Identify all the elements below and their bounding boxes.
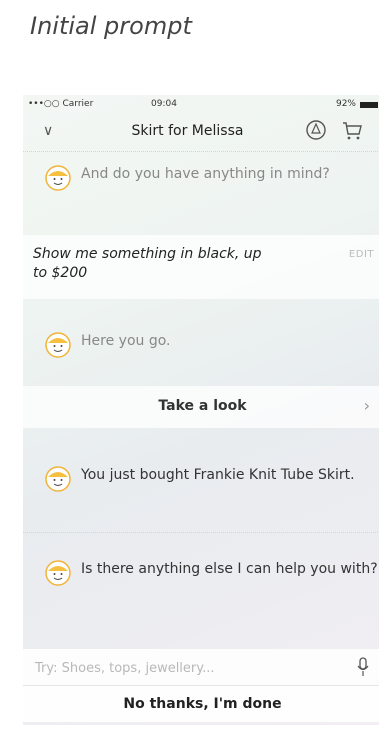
nav-bar: ∨ Skirt for Melissa bbox=[23, 113, 379, 151]
done-button[interactable]: No thanks, I'm done bbox=[23, 686, 379, 722]
bot-avatar-icon bbox=[45, 560, 71, 586]
bot-avatar-icon bbox=[45, 466, 71, 492]
bot-message: Is there anything else I can help you wi… bbox=[23, 560, 379, 586]
bot-message: Here you go. bbox=[23, 332, 379, 358]
bot-message: You just bought Frankie Knit Tube Skirt. bbox=[23, 466, 379, 492]
status-bar: •••○○ Carrier 09:04 92% bbox=[23, 95, 379, 113]
take-a-look-button[interactable]: Take a look › bbox=[23, 386, 379, 428]
user-message-text: Show me something in black, up to $200 bbox=[33, 246, 262, 281]
bot-message-text: Is there anything else I can help you wi… bbox=[81, 561, 378, 577]
phone-screen: •••○○ Carrier 09:04 92% ∨ Skirt for Meli… bbox=[23, 95, 379, 725]
bot-avatar-icon bbox=[45, 165, 71, 191]
battery-percent: 92% bbox=[335, 99, 356, 109]
assistant-icon[interactable] bbox=[305, 119, 327, 141]
bot-avatar-icon bbox=[45, 332, 71, 358]
carrier-label: •••○○ Carrier bbox=[28, 99, 94, 109]
page-caption: Initial prompt bbox=[30, 12, 192, 40]
chevron-right-icon: › bbox=[363, 396, 370, 415]
divider bbox=[23, 532, 379, 533]
chat-input[interactable] bbox=[33, 649, 317, 687]
clock: 09:04 bbox=[151, 99, 177, 109]
bot-message: And do you have anything in mind? bbox=[23, 165, 379, 191]
bot-message-text: Here you go. bbox=[81, 333, 171, 349]
edit-button[interactable]: EDIT bbox=[349, 249, 374, 260]
bot-message-text: You just bought Frankie Knit Tube Skirt. bbox=[81, 467, 355, 483]
battery-icon bbox=[360, 102, 378, 108]
microphone-icon[interactable] bbox=[356, 657, 370, 677]
take-a-look-label: Take a look bbox=[158, 398, 247, 414]
done-button-label: No thanks, I'm done bbox=[123, 696, 282, 712]
divider bbox=[23, 151, 379, 152]
bot-message-text: And do you have anything in mind? bbox=[81, 166, 330, 182]
cart-icon[interactable] bbox=[341, 119, 363, 141]
user-message: Show me something in black, up to $200 E… bbox=[23, 235, 379, 299]
chat-input-row bbox=[23, 649, 379, 687]
